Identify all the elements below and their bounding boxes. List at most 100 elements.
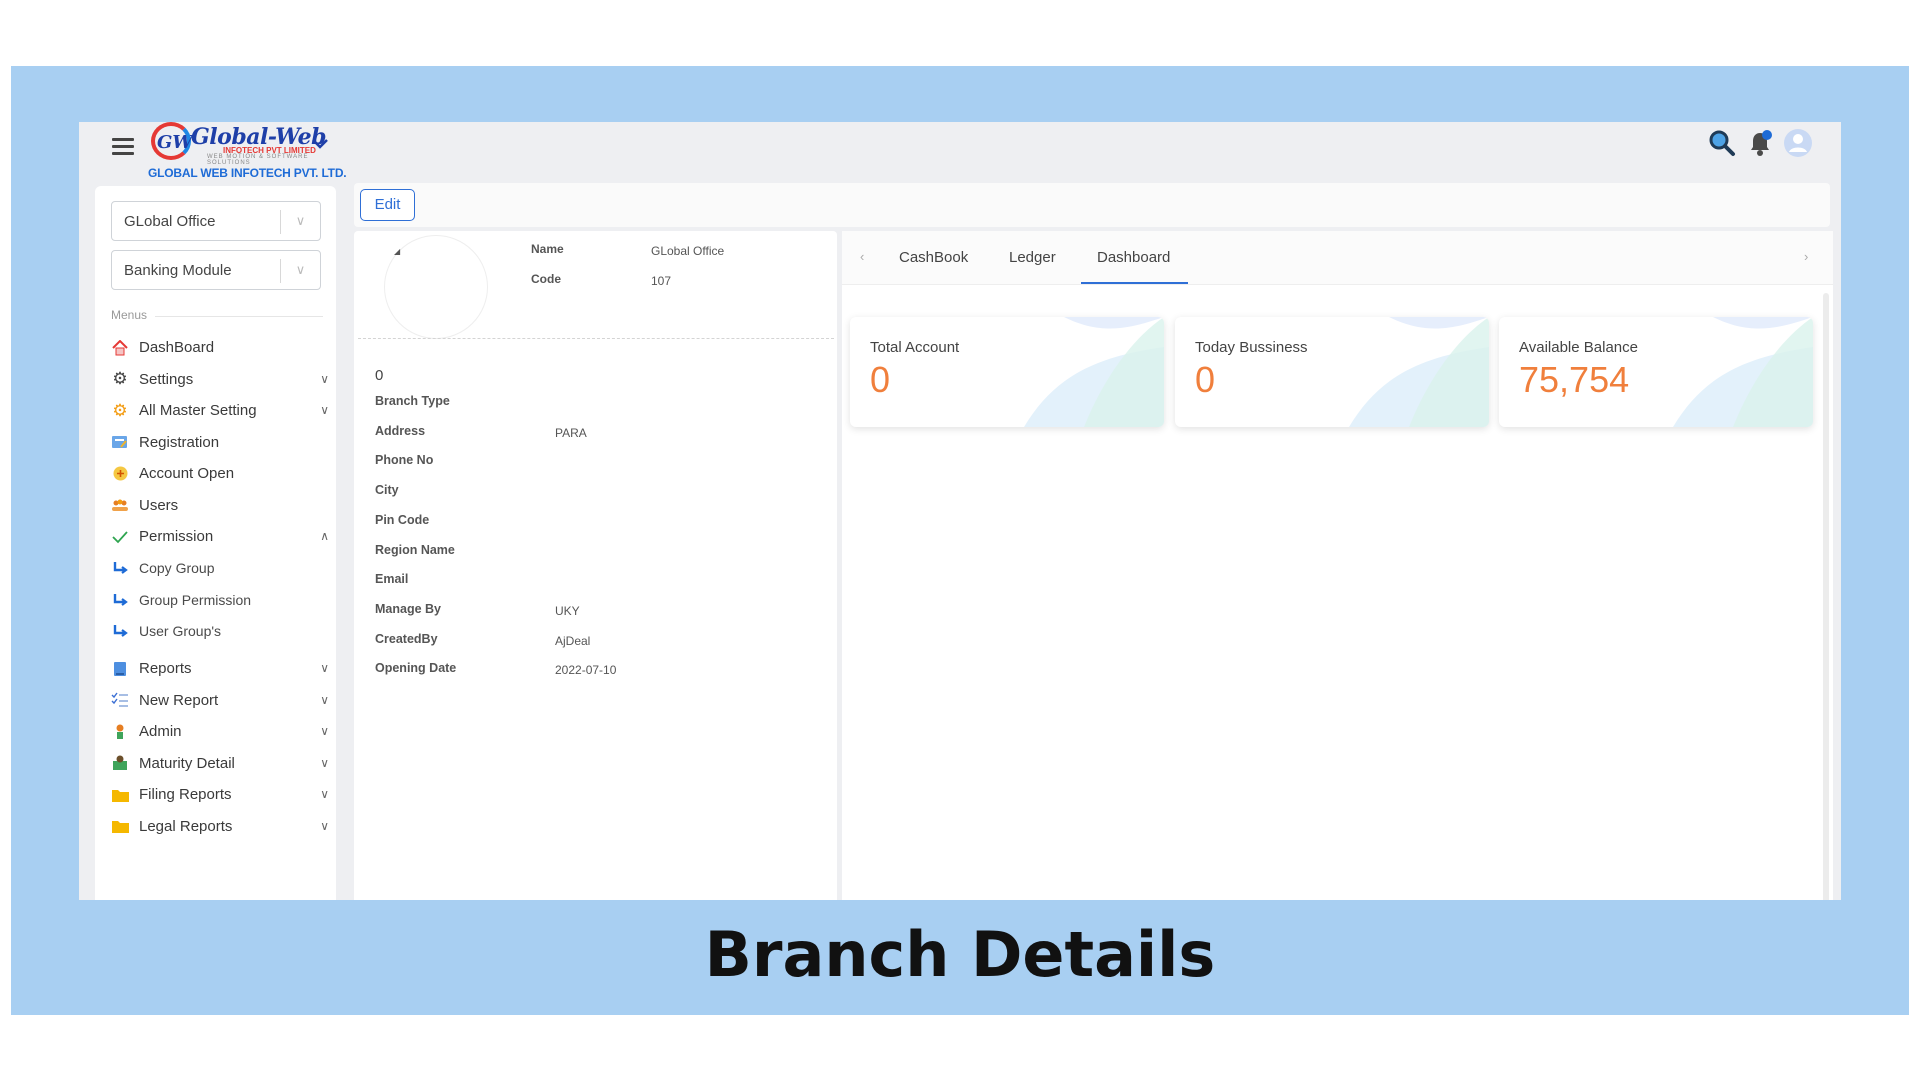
- folder-icon: [111, 786, 129, 804]
- sidebar-item-registration[interactable]: Registration: [111, 427, 329, 459]
- folder-icon: [111, 817, 129, 835]
- module-select[interactable]: Banking Module ∨: [111, 250, 321, 290]
- manage-by-label: Manage By: [375, 602, 441, 616]
- edit-button[interactable]: Edit: [360, 189, 415, 221]
- header-actions: [1707, 128, 1813, 158]
- branch-select-value: GLobal Office: [124, 213, 216, 230]
- opening-date-label: Opening Date: [375, 661, 457, 675]
- created-by-label: CreatedBy: [375, 632, 438, 646]
- cog-orange-icon: ⚙: [112, 400, 128, 420]
- chevron-down-icon[interactable]: ∨: [320, 693, 329, 707]
- sidebar-item-admin[interactable]: Admin ∨: [111, 716, 329, 748]
- sidebar-item-label: DashBoard: [139, 339, 215, 357]
- sidebar-item-label: Registration: [139, 433, 220, 451]
- sidebar-item-copy-group[interactable]: Copy Group: [111, 553, 329, 585]
- plus-circle-icon: [111, 465, 129, 483]
- broken-image-icon: ◢: [394, 247, 401, 256]
- region-name-label: Region Name: [375, 543, 455, 557]
- sidebar: GLobal Office ∨ Banking Module ∨ Menus D…: [95, 186, 336, 900]
- branch-type-label: Branch Type: [375, 394, 450, 408]
- branch-select[interactable]: GLobal Office ∨: [111, 201, 321, 241]
- card-title: Total Account: [870, 339, 960, 356]
- sidebar-item-label: Legal Reports: [139, 817, 233, 835]
- sub-arrow-icon: [111, 591, 129, 609]
- code-label: Code: [531, 272, 561, 286]
- notification-bell-icon[interactable]: [1745, 128, 1775, 158]
- sidebar-item-users[interactable]: Users: [111, 490, 329, 522]
- sidebar-item-label: Maturity Detail: [139, 754, 235, 772]
- vertical-scrollbar[interactable]: [1823, 293, 1829, 900]
- sidebar-item-label: Group Permission: [139, 591, 252, 608]
- tab-ledger[interactable]: Ledger: [1009, 249, 1056, 266]
- branch-info-panel: ◢ Name GLobal Office Code 107 0 Branch T…: [354, 231, 837, 900]
- sidebar-item-dashboard[interactable]: DashBoard: [111, 332, 329, 364]
- name-value: GLobal Office: [651, 244, 725, 258]
- logo-mark-icon: GW: [151, 122, 193, 160]
- home-icon: [111, 339, 129, 357]
- sidebar-item-label: User Group's: [139, 623, 222, 640]
- chevron-down-icon[interactable]: ∨: [320, 372, 329, 386]
- branch-count: 0: [375, 367, 384, 384]
- chevron-down-icon[interactable]: ∨: [320, 787, 329, 801]
- card-title: Today Bussiness: [1195, 339, 1308, 356]
- hamburger-menu-icon[interactable]: [112, 138, 134, 159]
- sidebar-item-legal-reports[interactable]: Legal Reports ∨: [111, 811, 329, 843]
- gear-icon: ⚙: [112, 369, 128, 389]
- card-value: 75,754: [1519, 359, 1630, 400]
- card-title: Available Balance: [1519, 339, 1638, 356]
- address-value: PARA: [555, 426, 587, 440]
- sidebar-item-maturity-detail[interactable]: Maturity Detail ∨: [111, 748, 329, 780]
- dashboard-panel: ‹ CashBook Ledger Dashboard › Total Acco…: [842, 231, 1833, 900]
- chevron-up-icon[interactable]: ∧: [320, 529, 329, 543]
- sidebar-item-reports[interactable]: Reports ∨: [111, 653, 329, 685]
- registration-icon: [111, 433, 129, 451]
- chevron-down-icon[interactable]: [311, 134, 329, 155]
- chevron-down-icon[interactable]: ∨: [280, 210, 320, 234]
- check-icon: [111, 528, 129, 546]
- sidebar-item-label: New Report: [139, 691, 219, 709]
- address-label: Address: [375, 424, 426, 438]
- sidebar-item-user-groups[interactable]: User Group's: [111, 616, 329, 648]
- sidebar-item-filing-reports[interactable]: Filing Reports ∨: [111, 779, 329, 811]
- sidebar-item-new-report[interactable]: New Report ∨: [111, 685, 329, 717]
- sidebar-item-label: Copy Group: [139, 560, 215, 577]
- today-business-card: Today Bussiness 0: [1175, 317, 1489, 427]
- tab-dashboard[interactable]: Dashboard: [1097, 249, 1170, 266]
- search-icon[interactable]: [1707, 128, 1737, 158]
- module-select-value: Banking Module: [124, 262, 232, 279]
- chevron-down-icon[interactable]: ∨: [320, 724, 329, 738]
- user-avatar-icon[interactable]: [1783, 128, 1813, 158]
- logo-tagline: WEB MOTION & SOFTWARE SOLUTIONS: [207, 154, 309, 166]
- chevron-right-icon[interactable]: ›: [1804, 249, 1808, 264]
- name-label: Name: [531, 242, 564, 256]
- divider: [358, 338, 834, 339]
- chevron-down-icon[interactable]: ∨: [320, 756, 329, 770]
- email-label: Email: [375, 572, 409, 586]
- report-icon: [111, 660, 129, 678]
- chevron-down-icon[interactable]: ∨: [320, 403, 329, 417]
- chevron-down-icon[interactable]: ∨: [320, 819, 329, 833]
- admin-icon: [111, 723, 129, 741]
- sidebar-item-label: Admin: [139, 723, 182, 741]
- sidebar-item-permission[interactable]: Permission ∧: [111, 521, 329, 553]
- sidebar-item-account-open[interactable]: Account Open: [111, 458, 329, 490]
- sidebar-item-label: Account Open: [139, 465, 235, 483]
- chevron-left-icon[interactable]: ‹: [860, 249, 864, 264]
- chevron-down-icon[interactable]: ∨: [280, 259, 320, 283]
- code-value: 107: [651, 274, 672, 288]
- chevron-down-icon[interactable]: ∨: [320, 661, 329, 675]
- sidebar-item-settings[interactable]: ⚙ Settings ∨: [111, 364, 329, 396]
- sidebar-item-label: Users: [139, 496, 179, 514]
- card-decoration: [1673, 317, 1813, 427]
- opening-date-value: 2022-07-10: [555, 663, 617, 677]
- sidebar-item-label: Filing Reports: [139, 786, 232, 804]
- slide-caption: Branch Details: [704, 918, 1216, 991]
- tab-cashbook[interactable]: CashBook: [899, 249, 968, 266]
- sidebar-item-all-master-setting[interactable]: ⚙ All Master Setting ∨: [111, 395, 329, 427]
- sidebar-item-label: Permission: [139, 528, 214, 546]
- sidebar-item-group-permission[interactable]: Group Permission: [111, 584, 329, 616]
- card-decoration: [1349, 317, 1489, 427]
- sidebar-item-label: Reports: [139, 660, 192, 678]
- card-value: 0: [870, 359, 891, 400]
- tab-bar: ‹ CashBook Ledger Dashboard ›: [842, 231, 1833, 285]
